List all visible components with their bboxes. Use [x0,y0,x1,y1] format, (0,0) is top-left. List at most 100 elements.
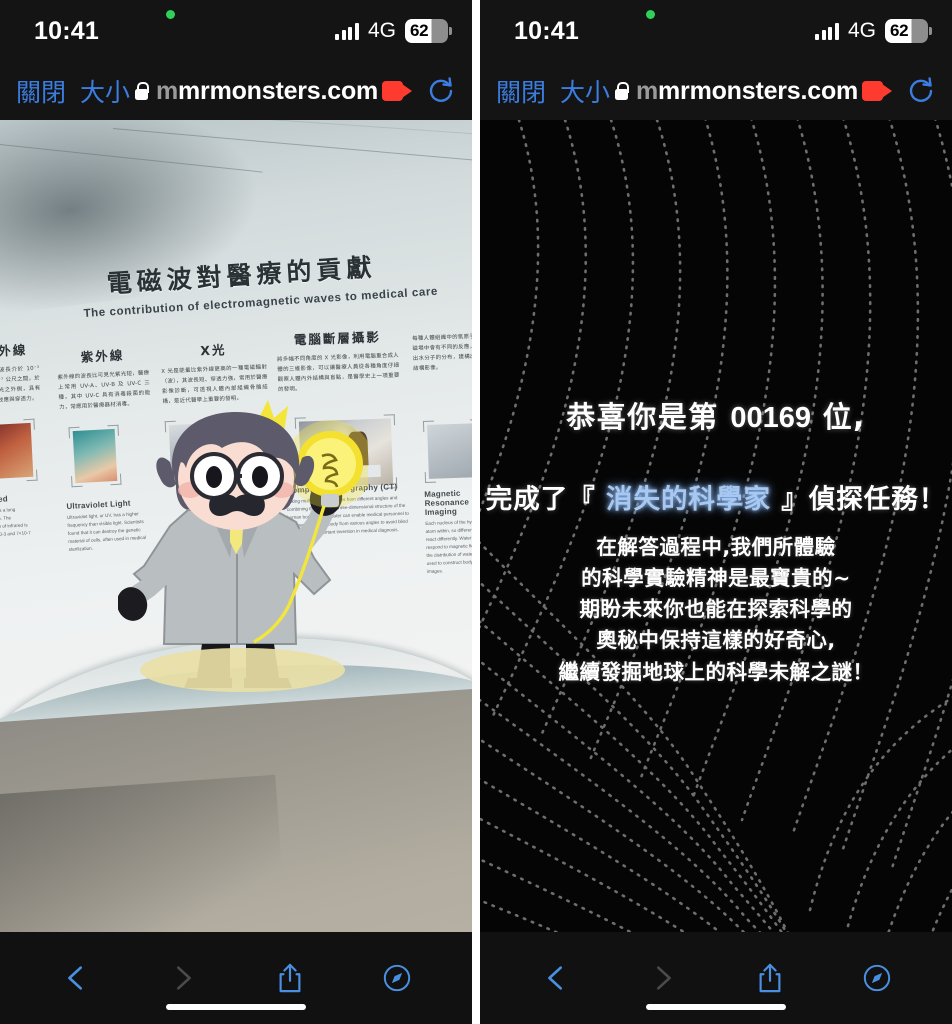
close-button[interactable]: 關閉 [496,73,546,109]
body-line: 奧秘中保持這樣的好奇心, [596,628,836,653]
caption-en: Infrared [0,494,9,505]
body-line: 期盼未來你也能在探索科學的 [579,597,853,622]
url-text: mmrmonsters.com [636,77,858,106]
url-text: mmrmonsters.com [156,77,378,106]
status-time: 10:41 [34,16,99,45]
browser-toolbar-left [0,932,472,1024]
network-label: 4G [847,19,876,42]
back-chevron-icon [547,966,562,990]
address-bar[interactable]: mmrmonsters.com [134,77,378,106]
column-body: 紅外線 · 波長介於 10⁻³ 至 7×10⁻⁷ 公尺之間，於可見光紅光之外側，… [0,365,41,405]
battery-nub [929,27,932,35]
browser-bar-right: 關閉 大小 mmrmonsters.com [480,62,952,120]
lock-icon [614,82,630,100]
caption-en: Magnetic Resonance Imaging [424,488,470,517]
share-button[interactable] [264,954,316,1002]
status-time: 10:41 [514,16,579,45]
museum-ar-photo: 電磁波對醫療的貢獻 The contribution of electromag… [0,120,472,932]
url-prefix: m [635,76,659,105]
reload-icon[interactable] [906,76,936,106]
cellular-signal-icon [335,22,359,40]
exhibit-column-4: 每種人體組織中的氫原子核，在磁場中會有不同的反應，可分析出水分子的分布，建構出人… [412,331,472,374]
browser-bar-left: 關閉 大小 mmrmonsters.com [0,62,472,120]
column-head: 紫外線 [80,347,125,365]
cellular-signal-icon [815,22,839,40]
url-domain: mrmonsters.com [658,76,859,105]
network-label: 4G [367,19,396,42]
browser-toolbar-right [480,932,952,1024]
tabs-button[interactable] [371,954,423,1002]
text-size-button[interactable]: 大小 [560,73,610,109]
dual-phone-screenshot: 10:41 4G 62 關閉 大小 mmrmonsters.com 電磁波對醫療… [0,0,952,1024]
video-camera-icon[interactable] [382,81,412,101]
scientist-illustration [116,400,374,688]
close-button[interactable]: 關閉 [16,73,66,109]
safari-compass-icon [383,964,410,992]
line2-suffix: 』偵探任務！ [771,484,947,515]
battery-icon: 62 [405,19,452,43]
forward-button [157,954,209,1002]
congrats-page: 恭喜你是第 00169 位, 完成了『 消失的科學家 』偵探任務！ 在解答過程中… [480,120,952,932]
url-prefix: m [155,76,179,105]
congrats-line-2: 完成了『 消失的科學家 』偵探任務！ [480,477,952,516]
back-button[interactable] [50,954,102,1002]
exhibit-column-2: X光 X 光是能量比紫外線更高的一種電磁輻射（波），其波長短、穿透力強，常用於醫… [160,337,269,407]
caption-body-en: Infrared has a long wavelength. The wave… [0,506,31,538]
mr-monster-scientist [116,398,374,692]
visitor-number: 00169 [730,402,812,434]
tabs-button[interactable] [851,954,903,1002]
back-button[interactable] [530,954,582,1002]
battery-percent: 62 [410,21,429,40]
status-indicators: 4G 62 [815,19,932,43]
status-bar-right: 10:41 4G 62 [480,0,952,62]
exhibit-column-0: 紅外線 紅外線 · 波長介於 10⁻³ 至 7×10⁻⁷ 公尺之間，於可見光紅光… [0,339,41,407]
character-ground-shadow [140,648,345,692]
status-indicators: 4G 62 [335,19,452,43]
body-line: 在解答過程中,我們所體驗 [596,535,836,559]
lock-icon [134,82,150,100]
share-icon [279,963,300,993]
column-body: 每種人體組織中的氫原子核，在磁場中會有不同的反應，可分析出水分子的分布，建構出人… [412,333,472,372]
status-bar-left: 10:41 4G 62 [0,0,472,62]
line2-prefix: 完成了『 [485,484,606,515]
home-indicator [166,1004,306,1010]
floor-shadow [0,774,291,932]
line1-suffix: 位, [811,400,866,434]
battery-percent: 62 [890,21,909,40]
line1-prefix: 恭喜你是第 [566,400,731,434]
text-size-button[interactable]: 大小 [80,73,130,109]
phone-screen-right: 10:41 4G 62 關閉 大小 mmrmonsters.com 恭喜你是第 … [480,0,952,1024]
forward-chevron-icon [176,966,191,990]
forward-button [637,954,689,1002]
exhibit-photo-0 [0,418,38,484]
web-content-right[interactable]: 恭喜你是第 00169 位, 完成了『 消失的科學家 』偵探任務！ 在解答過程中… [480,120,952,932]
dotted-wave-background [480,120,952,932]
caption-body-en: Each nucleus of the hydrogen atom within… [425,518,472,575]
battery-nub [449,27,452,35]
home-indicator [646,1004,786,1010]
safari-compass-icon [863,964,890,992]
video-camera-icon[interactable] [862,81,892,101]
share-button[interactable] [744,954,796,1002]
congrats-line-1: 恭喜你是第 00169 位, [480,394,952,436]
column-body: 將多幅不同角度的 X 光影像，利用電腦重合成人體的三維影像，可以讓醫療人員從各種… [276,352,400,393]
column-head: 紅外線 [0,342,28,360]
phone-screen-left: 10:41 4G 62 關閉 大小 mmrmonsters.com 電磁波對醫療… [0,0,472,1024]
back-chevron-icon [67,966,82,990]
forward-chevron-icon [656,966,671,990]
column-head: X光 [200,342,227,359]
share-icon [759,963,780,993]
body-line: 的科學實驗精神是最寶貴的~ [581,566,851,591]
caption-mri: Magnetic Resonance Imaging Each nucleus … [424,484,472,577]
exhibit-column-3: 電腦斷層攝影 將多幅不同角度的 X 光影像，利用電腦重合成人體的三維影像，可以讓… [276,326,400,395]
url-domain: mrmonsters.com [178,76,379,105]
battery-icon: 62 [885,19,932,43]
exhibit-photo-4 [422,419,472,483]
column-head: 電腦斷層攝影 [293,329,382,348]
address-bar[interactable]: mmrmonsters.com [614,77,858,106]
green-recording-dot-icon [646,10,655,19]
body-line: 繼續發掘地球上的科學未解之謎！ [558,659,874,684]
green-recording-dot-icon [166,10,175,19]
web-content-left[interactable]: 電磁波對醫療的貢獻 The contribution of electromag… [0,120,472,932]
reload-icon[interactable] [426,76,456,106]
